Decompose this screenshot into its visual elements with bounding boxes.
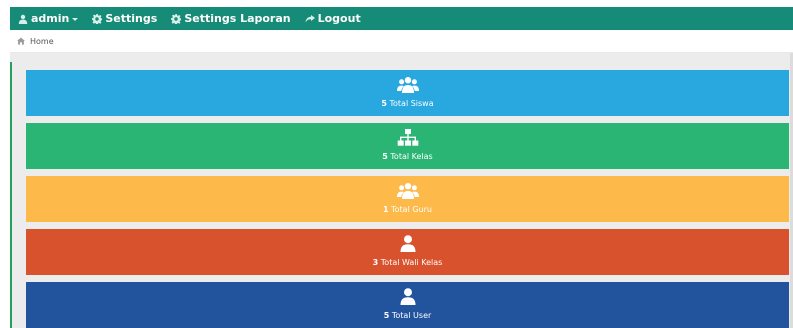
tile-text: Total Kelas — [390, 152, 433, 161]
tile-label: 5 Total User — [26, 311, 789, 321]
user-icon — [397, 235, 419, 252]
tile-count: 5 — [382, 152, 388, 161]
settings-laporan-link[interactable]: Settings Laporan — [171, 12, 291, 25]
gear-icon — [171, 13, 182, 24]
tile-count: 1 — [383, 205, 389, 214]
users-group-icon — [396, 76, 419, 93]
tile-label: 1 Total Guru — [26, 205, 789, 215]
sitemap-icon — [397, 129, 419, 146]
tile-text: Total Wali Kelas — [380, 258, 443, 267]
settings-laporan-label: Settings Laporan — [184, 12, 291, 25]
user-name: admin — [31, 12, 70, 25]
tile-total-guru[interactable]: 1 Total Guru — [26, 176, 789, 222]
home-icon — [17, 37, 25, 45]
logout-label: Logout — [317, 12, 361, 25]
gear-icon — [92, 13, 103, 24]
chevron-down-icon — [72, 17, 79, 21]
tile-count: 3 — [372, 258, 379, 267]
tile-count: 5 — [383, 311, 390, 320]
top-navbar: admin Settings Settings Laporan Logout — [10, 7, 793, 30]
tile-total-siswa[interactable]: 5 Total Siswa — [26, 70, 789, 116]
tile-text: Total Siswa — [389, 99, 434, 108]
tile-total-wali-kelas[interactable]: 3 Total Wali Kelas — [26, 229, 789, 275]
breadcrumb: Home — [10, 30, 793, 53]
sidebar-edge — [10, 62, 12, 328]
tile-text: Total Guru — [391, 205, 432, 214]
tile-text: Total User — [391, 311, 432, 320]
tile-total-user[interactable]: 5 Total User — [26, 282, 789, 328]
tile-label: 5 Total Siswa — [26, 99, 789, 109]
tile-total-kelas[interactable]: 5 Total Kelas — [26, 123, 789, 169]
tile-label: 3 Total Wali Kelas — [26, 258, 789, 268]
tile-label: 5 Total Kelas — [26, 152, 789, 162]
breadcrumb-home[interactable]: Home — [30, 37, 54, 46]
users-group-icon — [396, 182, 419, 199]
settings-label: Settings — [105, 12, 158, 25]
share-arrow-icon — [305, 14, 315, 22]
user-icon — [397, 288, 419, 305]
user-icon — [18, 14, 28, 24]
user-menu[interactable]: admin — [18, 12, 79, 25]
settings-link[interactable]: Settings — [92, 12, 157, 25]
logout-link[interactable]: Logout — [305, 12, 361, 25]
tile-count: 5 — [381, 99, 387, 108]
